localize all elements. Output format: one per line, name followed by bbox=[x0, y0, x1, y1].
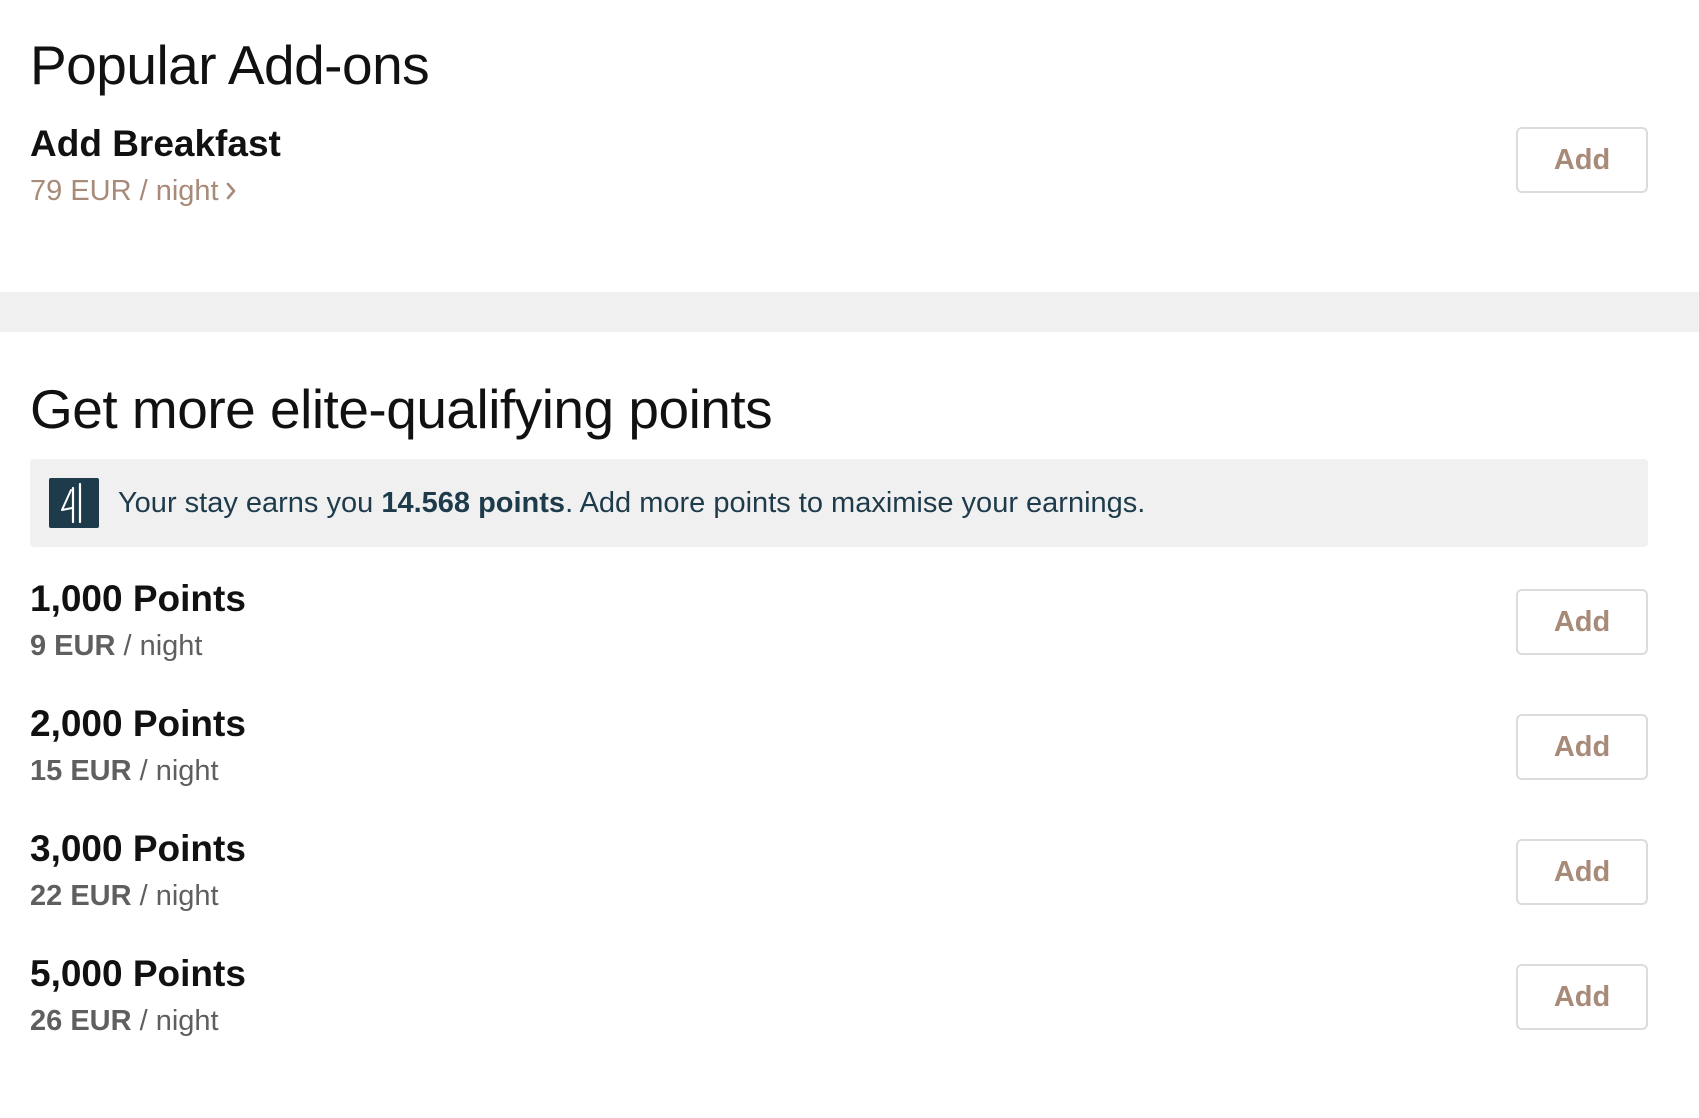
section-divider bbox=[0, 292, 1699, 332]
brand-logo-icon bbox=[49, 478, 99, 528]
page: Popular Add-ons Add Breakfast 79 EUR / n… bbox=[0, 0, 1699, 1118]
points-option-amount: 15 EUR bbox=[30, 755, 132, 787]
points-option-row: 5,000 Points 26 EUR / night Add bbox=[30, 953, 1648, 1036]
add-5000-points-button[interactable]: Add bbox=[1516, 964, 1648, 1030]
points-option-amount: 26 EUR bbox=[30, 1005, 132, 1037]
breakfast-addon-row: Add Breakfast 79 EUR / night Add bbox=[30, 123, 1648, 207]
points-earned: 14.568 points bbox=[381, 487, 566, 519]
points-option-title: 5,000 Points bbox=[30, 953, 246, 994]
points-option-price: 9 EUR / night bbox=[30, 632, 202, 661]
points-option-row: 3,000 Points 22 EUR / night Add bbox=[30, 828, 1648, 911]
points-option-price: 26 EUR / night bbox=[30, 1007, 219, 1036]
points-option-amount: 22 EUR bbox=[30, 880, 132, 912]
breakfast-price: 79 EUR / night bbox=[30, 175, 219, 207]
points-option-unit: / night bbox=[131, 755, 219, 787]
elite-points-title: Get more elite-qualifying points bbox=[30, 378, 773, 440]
points-info-banner: Your stay earns you 14.568 points. Add m… bbox=[30, 459, 1648, 547]
breakfast-title: Add Breakfast bbox=[30, 123, 281, 164]
points-option-title: 3,000 Points bbox=[30, 828, 246, 869]
points-option-price: 22 EUR / night bbox=[30, 882, 219, 911]
points-info-text: Your stay earns you 14.568 points. Add m… bbox=[118, 486, 1145, 521]
add-3000-points-button[interactable]: Add bbox=[1516, 839, 1648, 905]
points-option-row: 1,000 Points 9 EUR / night Add bbox=[30, 578, 1648, 661]
points-option-title: 2,000 Points bbox=[30, 703, 246, 744]
points-info-suffix: . Add more points to maximise your earni… bbox=[565, 487, 1146, 519]
add-2000-points-button[interactable]: Add bbox=[1516, 714, 1648, 780]
addons-title: Popular Add-ons bbox=[30, 34, 430, 96]
points-option-unit: / night bbox=[131, 880, 219, 912]
points-option-amount: 9 EUR bbox=[30, 630, 116, 662]
add-1000-points-button[interactable]: Add bbox=[1516, 589, 1648, 655]
breakfast-price-link[interactable]: 79 EUR / night bbox=[30, 177, 237, 207]
points-info-prefix: Your stay earns you bbox=[118, 487, 382, 519]
chevron-right-icon bbox=[225, 178, 237, 207]
points-option-title: 1,000 Points bbox=[30, 578, 246, 619]
points-option-price: 15 EUR / night bbox=[30, 757, 219, 786]
points-option-row: 2,000 Points 15 EUR / night Add bbox=[30, 703, 1648, 786]
points-option-unit: / night bbox=[115, 630, 203, 662]
add-breakfast-button[interactable]: Add bbox=[1516, 127, 1648, 193]
points-option-unit: / night bbox=[131, 1005, 219, 1037]
